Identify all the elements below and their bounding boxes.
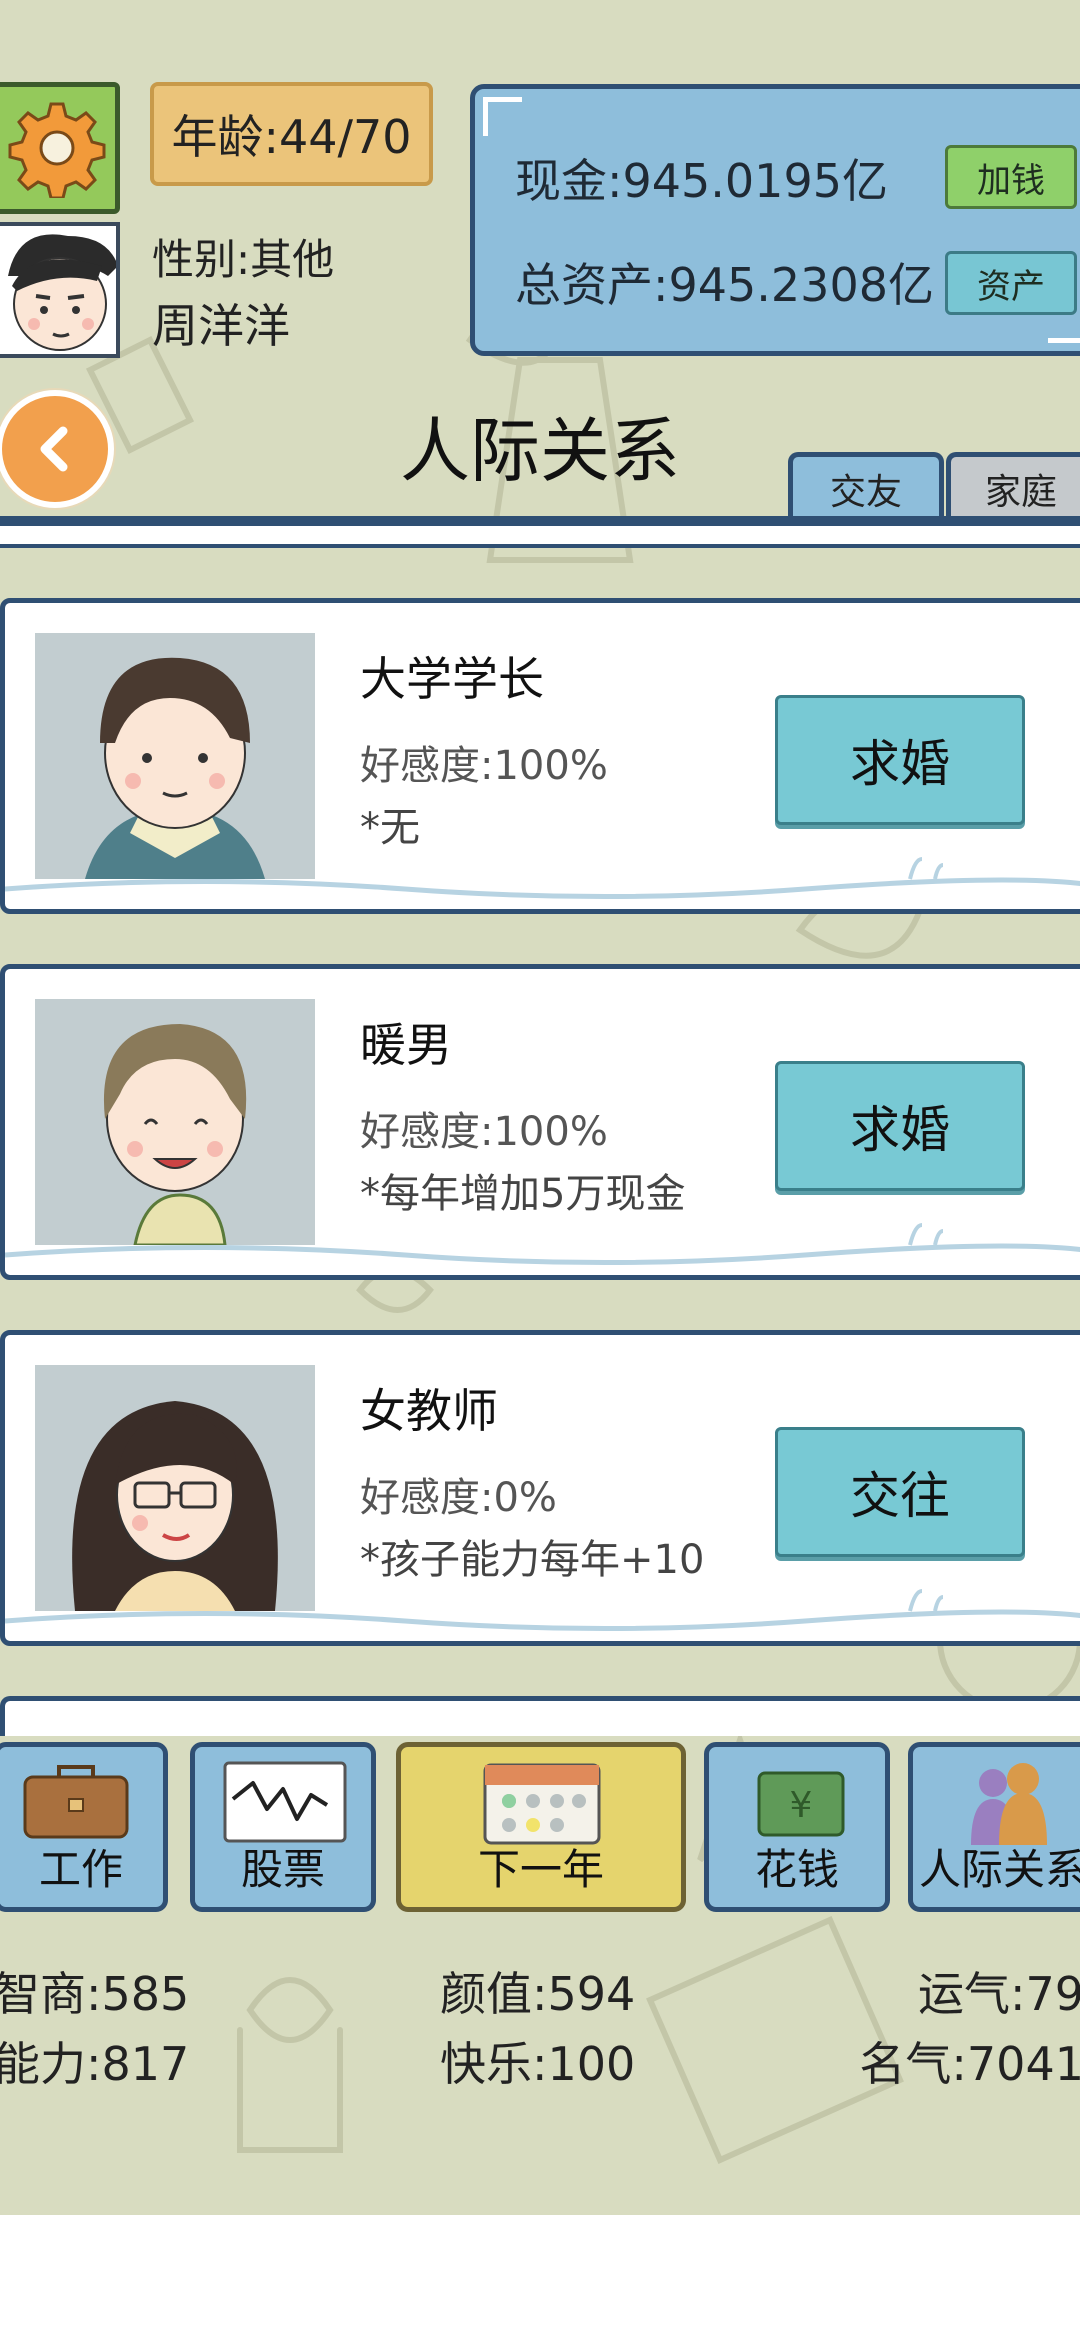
age-display: 年龄:44/70 — [150, 82, 433, 186]
settings-button[interactable] — [0, 82, 120, 214]
wave-decoration — [5, 1589, 1080, 1631]
relation-effect: *每年增加5万现金 — [360, 1171, 686, 1217]
money-panel: 现金:945.0195亿 加钱 总资产:945.2308亿 资产 — [470, 84, 1080, 356]
stat-fame: 名气:7041 — [859, 2037, 1080, 2091]
player-avatar[interactable] — [0, 222, 120, 358]
calendar-icon — [483, 1763, 601, 1845]
relation-favor: 好感度:0% — [360, 1475, 557, 1521]
relation-name: 大学学长 — [360, 652, 544, 706]
relation-name: 女教师 — [360, 1384, 498, 1438]
relation-name: 暖男 — [360, 1018, 452, 1072]
stat-ability: 能力:817 — [0, 2037, 190, 2091]
list-top-stub — [0, 526, 1080, 548]
relation-card: 暖男 好感度:100% *每年增加5万现金 求婚 — [0, 964, 1080, 1280]
tab-family[interactable]: 家庭 — [946, 452, 1080, 520]
list-next-card-stub — [0, 1696, 1080, 1736]
stat-iq: 智商:585 — [0, 1967, 190, 2021]
relation-effect: *孩子能力每年+10 — [360, 1537, 705, 1583]
bottom-blank-area — [0, 2215, 1080, 2340]
gender-label: 性别:其他 — [152, 235, 335, 284]
relation-favor: 好感度:100% — [360, 1109, 608, 1155]
cash-label: 现金:945.0195亿 — [515, 154, 888, 208]
wave-decoration — [5, 857, 1080, 899]
next-year-label: 下一年 — [477, 1845, 604, 1894]
propose-button[interactable]: 求婚 — [775, 1061, 1025, 1191]
stat-happiness: 快乐:100 — [440, 2037, 636, 2091]
relation-favor: 好感度:100% — [360, 743, 608, 789]
stat-luck: 运气:79 — [917, 1967, 1080, 2021]
cash-icon: ¥ — [757, 1771, 845, 1837]
assets-button[interactable]: 资产 — [945, 251, 1077, 315]
nav-relationships[interactable]: 人际关系 — [908, 1742, 1080, 1912]
propose-button[interactable]: 求婚 — [775, 695, 1025, 825]
add-money-button[interactable]: 加钱 — [945, 145, 1077, 209]
warm-guy-avatar — [35, 999, 315, 1245]
gear-icon — [8, 102, 106, 198]
nav-stocks[interactable]: 股票 — [190, 1742, 376, 1912]
senior-male-avatar — [35, 633, 315, 879]
nav-relationships-label: 人际关系 — [918, 1845, 1080, 1894]
relation-card: 大学学长 好感度:100% *无 求婚 — [0, 598, 1080, 914]
tab-underline — [0, 516, 1080, 526]
next-year-button[interactable]: 下一年 — [396, 1742, 686, 1912]
relation-effect: *无 — [360, 805, 420, 851]
stock-chart-icon — [223, 1761, 347, 1843]
nav-spend-money[interactable]: ¥ 花钱 — [704, 1742, 890, 1912]
briefcase-icon — [23, 1765, 129, 1839]
stat-looks: 颜值:594 — [440, 1967, 636, 2021]
wave-decoration — [5, 1223, 1080, 1265]
nav-stocks-label: 股票 — [240, 1845, 325, 1894]
svg-text:¥: ¥ — [790, 1785, 813, 1826]
tab-friends[interactable]: 交友 — [788, 452, 944, 520]
relation-card: 女教师 好感度:0% *孩子能力每年+10 交往 — [0, 1330, 1080, 1646]
nav-spend-money-label: 花钱 — [754, 1845, 839, 1894]
nav-work[interactable]: 工作 — [0, 1742, 168, 1912]
nav-work-label: 工作 — [38, 1845, 123, 1894]
date-button[interactable]: 交往 — [775, 1427, 1025, 1557]
player-name: 周洋洋 — [152, 299, 290, 353]
total-assets-label: 总资产:945.2308亿 — [515, 258, 934, 312]
female-teacher-avatar — [35, 1365, 315, 1611]
